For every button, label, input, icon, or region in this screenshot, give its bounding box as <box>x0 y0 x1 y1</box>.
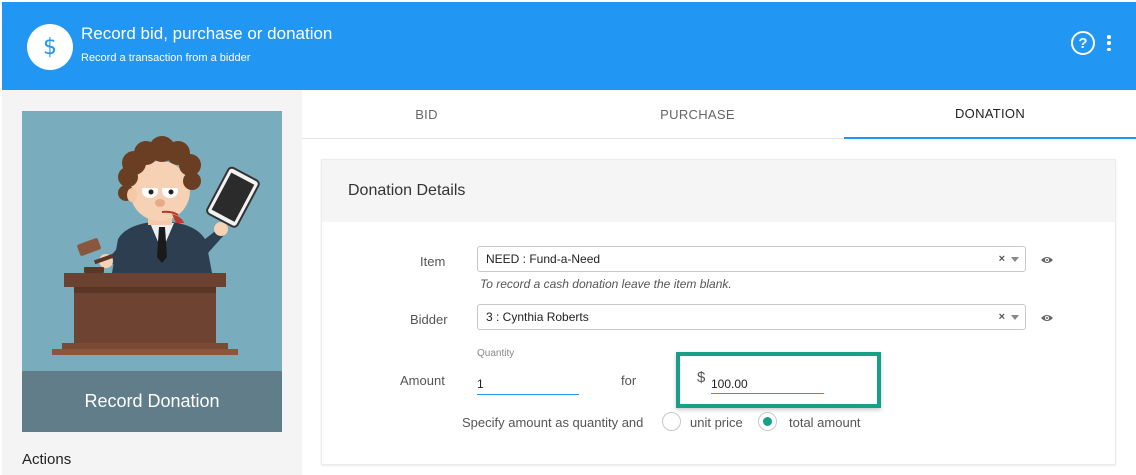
item-chevron-down-icon[interactable] <box>1011 257 1019 262</box>
help-icon[interactable]: ? <box>1071 31 1095 55</box>
item-label: Item <box>420 254 446 269</box>
specify-label: Specify amount as quantity and <box>462 415 644 430</box>
actions-heading: Actions <box>22 451 72 468</box>
header-avatar: $ <box>27 24 73 70</box>
dollar-icon: $ <box>43 34 57 60</box>
unit-price-radio[interactable] <box>662 412 681 431</box>
page-title: Record bid, purchase or donation <box>81 24 333 43</box>
quantity-input[interactable] <box>477 368 579 395</box>
bidder-chevron-down-icon[interactable] <box>1011 315 1019 320</box>
bidder-select[interactable]: 3 : Cynthia Roberts × <box>477 304 1026 330</box>
illustration-caption: Record Donation <box>22 371 282 432</box>
bidder-select-value: 3 : Cynthia Roberts <box>486 310 589 324</box>
for-label: for <box>621 373 637 388</box>
item-select-value: NEED : Fund-a-Need <box>486 252 601 266</box>
amount-input[interactable] <box>711 369 824 394</box>
bidder-label: Bidder <box>410 312 448 327</box>
amount-label: Amount <box>400 373 445 388</box>
tab-donation[interactable]: DONATION <box>844 90 1136 139</box>
total-amount-radio[interactable] <box>758 412 777 431</box>
page-subtitle: Record a transaction from a bidder <box>81 52 251 64</box>
item-clear-icon[interactable]: × <box>999 253 1005 265</box>
bidder-clear-icon[interactable]: × <box>999 311 1005 323</box>
item-hint: To record a cash donation leave the item… <box>480 277 732 291</box>
card-title: Donation Details <box>348 182 466 199</box>
transaction-tabs: BID PURCHASE DONATION <box>302 90 1136 139</box>
left-panel: Record Donation Actions <box>2 90 302 475</box>
app-header: $ Record bid, purchase or donation Recor… <box>2 2 1136 90</box>
more-vert-icon[interactable] <box>1106 35 1112 51</box>
currency-symbol: $ <box>697 369 706 386</box>
item-eye-icon[interactable] <box>1041 256 1053 264</box>
quantity-label: Quantity <box>477 348 515 359</box>
auctioneer-illustration <box>22 111 282 371</box>
card-header: Donation Details <box>322 160 1115 222</box>
unit-price-label[interactable]: unit price <box>690 415 743 430</box>
bidder-eye-icon[interactable] <box>1041 314 1053 322</box>
item-select[interactable]: NEED : Fund-a-Need × <box>477 246 1026 272</box>
tab-purchase[interactable]: PURCHASE <box>551 90 844 139</box>
tab-bid[interactable]: BID <box>302 90 551 139</box>
total-amount-label[interactable]: total amount <box>789 415 861 430</box>
